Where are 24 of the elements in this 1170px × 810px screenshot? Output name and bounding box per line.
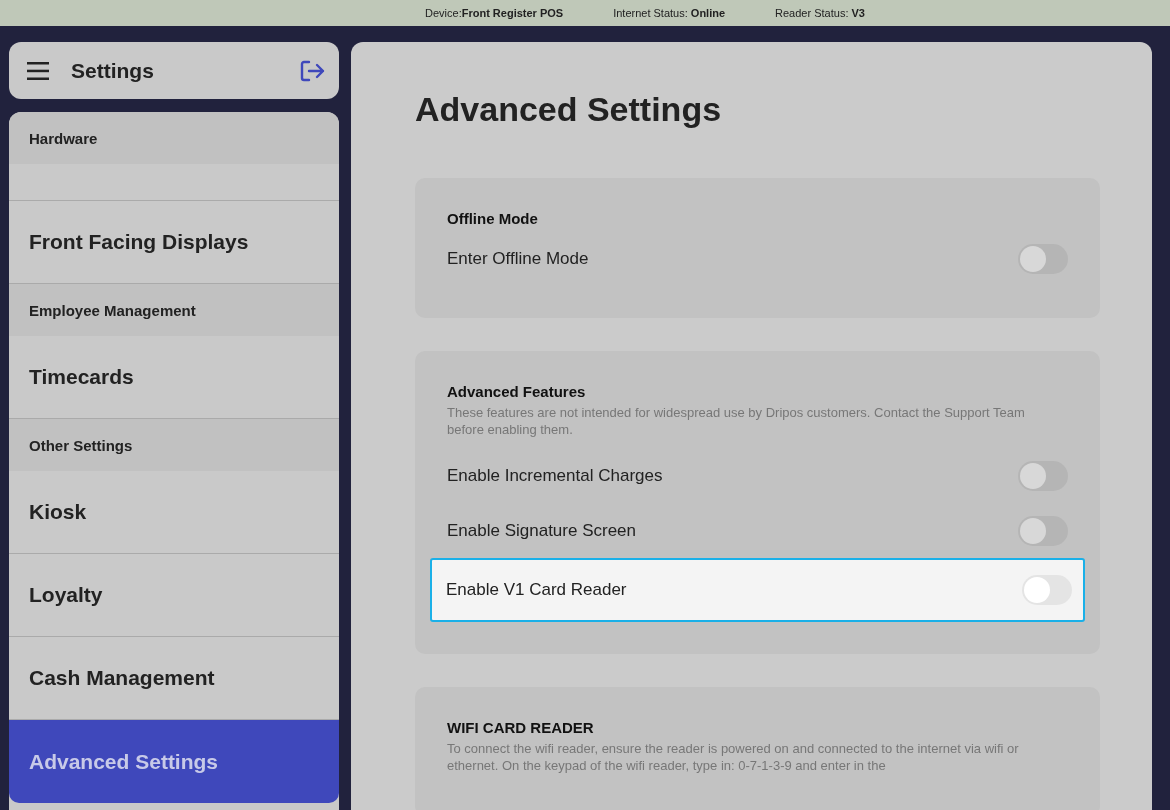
card-description: To connect the wifi reader, ensure the reader is powered on and connected to the internet via wifi or ethernet. On the keypad of the wifi reader, type in: 0-7-1-3-9 and enter in the [447, 740, 1020, 774]
card-title: Advanced Features [447, 383, 587, 400]
sidebar-title: Settings [71, 58, 155, 83]
card-title: WIFI CARD READER [447, 719, 595, 736]
card-description: These features are not intended for widespread use by Dripos customers. Contact the Support Team before enabling them. [447, 404, 1026, 438]
menu-icon[interactable] [27, 61, 49, 80]
setting-label: Enter Offline Mode [447, 248, 589, 269]
card-title: Offline Mode [447, 210, 539, 227]
logout-icon[interactable] [300, 59, 325, 82]
setting-label: Enable V1 Card Reader [446, 580, 627, 600]
toggle-switch[interactable] [1018, 515, 1068, 546]
sidebar-item[interactable]: Advanced Settings [9, 720, 339, 803]
status-text: Device:Front Register POS [425, 7, 564, 19]
status-text: Reader Status: V3 [775, 7, 865, 19]
section-header: Hardware [9, 112, 339, 164]
status-text: Internet Status: Online [613, 7, 726, 19]
toggle-switch[interactable] [1022, 575, 1072, 605]
setting-label: Enable Signature Screen [447, 520, 637, 541]
toggle-switch[interactable] [1018, 243, 1068, 274]
page-title: Advanced Settings [415, 90, 723, 129]
toggle-switch[interactable] [1018, 460, 1068, 491]
setting-label: Enable Incremental Charges [447, 465, 663, 486]
section-header: Other Settings [9, 419, 339, 471]
section-header: Employee Management [9, 284, 339, 336]
